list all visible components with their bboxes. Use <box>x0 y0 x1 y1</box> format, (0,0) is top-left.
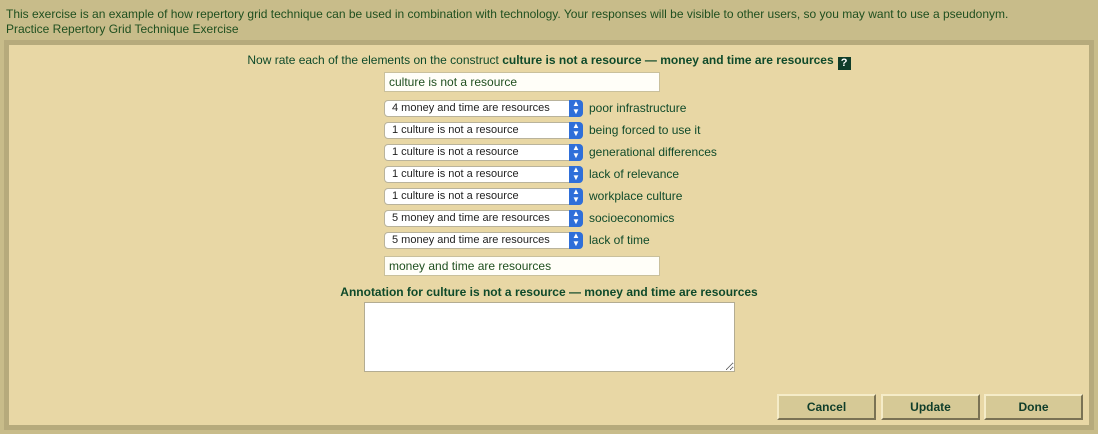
cancel-button[interactable]: Cancel <box>777 394 876 420</box>
help-icon[interactable]: ? <box>837 57 851 70</box>
element-label: socioeconomics <box>589 211 675 225</box>
rating-panel: Now rate each of the elements on the con… <box>4 40 1094 430</box>
rating-row: 1 culture is not a resource ▲ ▼ generatio… <box>384 143 717 161</box>
rating-prompt: Now rate each of the elements on the con… <box>9 53 1089 70</box>
chevron-updown-icon: ▲ ▼ <box>569 231 583 249</box>
element-label: workplace culture <box>589 189 683 203</box>
right-pole-field[interactable] <box>384 256 660 276</box>
update-button[interactable]: Update <box>881 394 980 420</box>
chevron-updown-icon: ▲ ▼ <box>569 99 583 117</box>
annotation-textarea[interactable] <box>364 302 735 372</box>
rating-select[interactable]: 1 culture is not a resource ▲ ▼ <box>384 165 583 183</box>
rating-select[interactable]: 5 money and time are resources ▲ ▼ <box>384 231 583 249</box>
rating-select[interactable]: 1 culture is not a resource ▲ ▼ <box>384 143 583 161</box>
rating-selected-value: 1 culture is not a resource <box>392 167 519 180</box>
rating-select[interactable]: 5 money and time are resources ▲ ▼ <box>384 209 583 227</box>
element-label: poor infrastructure <box>589 101 687 115</box>
rating-row: 1 culture is not a resource ▲ ▼ lack of r… <box>384 165 679 183</box>
pseudonym-notice: This exercise is an example of how reper… <box>6 7 1009 21</box>
rating-row: 5 money and time are resources ▲ ▼ lack o… <box>384 231 650 249</box>
rating-row: 5 money and time are resources ▲ ▼ socioe… <box>384 209 674 227</box>
left-pole-field[interactable] <box>384 72 660 92</box>
element-label: lack of relevance <box>589 167 680 181</box>
chevron-updown-icon: ▲ ▼ <box>569 143 583 161</box>
exercise-title: Practice Repertory Grid Technique Exerci… <box>6 22 239 36</box>
done-button[interactable]: Done <box>984 394 1083 420</box>
element-label: lack of time <box>589 233 650 247</box>
rating-selected-value: 5 money and time are resources <box>392 211 550 224</box>
chevron-updown-icon: ▲ ▼ <box>569 209 583 227</box>
intro: This exercise is an example of how reper… <box>6 7 1008 37</box>
element-label: generational differences <box>589 145 717 159</box>
prompt-prefix: Now rate each of the elements on the con… <box>247 53 499 67</box>
rating-row: 1 culture is not a resource ▲ ▼ being for… <box>384 121 700 139</box>
rating-select[interactable]: 4 money and time are resources ▲ ▼ <box>384 99 583 117</box>
annotation-label: Annotation for culture is not a resource… <box>340 285 758 299</box>
chevron-updown-icon: ▲ ▼ <box>569 165 583 183</box>
rating-selected-value: 4 money and time are resources <box>392 101 550 114</box>
element-label: being forced to use it <box>589 123 701 137</box>
rating-selected-value: 5 money and time are resources <box>392 233 550 246</box>
construct-name: culture is not a resource — money and ti… <box>502 53 834 67</box>
rating-selected-value: 1 culture is not a resource <box>392 123 519 136</box>
chevron-updown-icon: ▲ ▼ <box>569 187 583 205</box>
rating-selected-value: 1 culture is not a resource <box>392 145 519 158</box>
rating-select[interactable]: 1 culture is not a resource ▲ ▼ <box>384 187 583 205</box>
chevron-updown-icon: ▲ ▼ <box>569 121 583 139</box>
rating-row: 4 money and time are resources ▲ ▼ poor i… <box>384 99 686 117</box>
rating-selected-value: 1 culture is not a resource <box>392 189 519 202</box>
rating-select[interactable]: 1 culture is not a resource ▲ ▼ <box>384 121 583 139</box>
rating-row: 1 culture is not a resource ▲ ▼ workplace… <box>384 187 682 205</box>
